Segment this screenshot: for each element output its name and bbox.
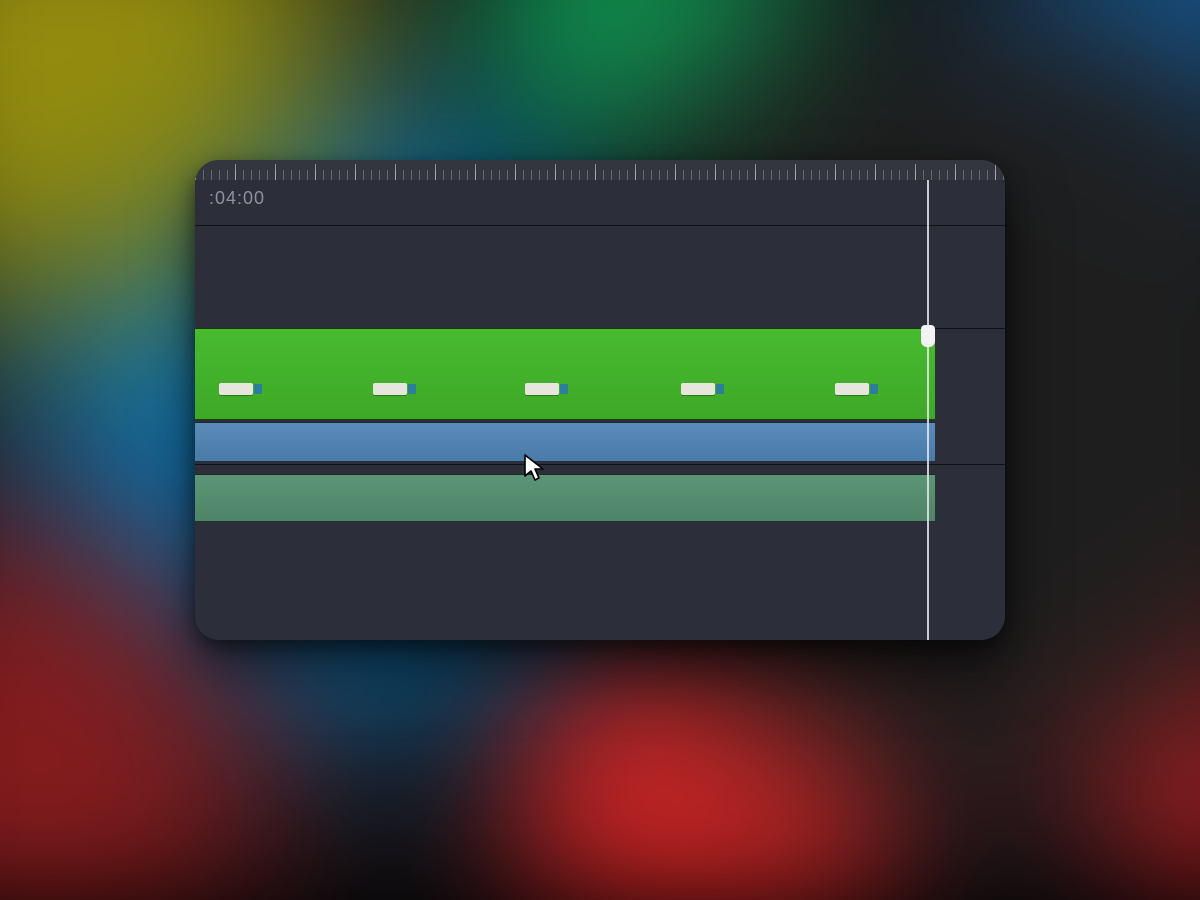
timeline-window: :04:00 bbox=[195, 160, 1005, 640]
track-separator bbox=[195, 464, 1005, 465]
audio-clip-1[interactable] bbox=[195, 422, 935, 462]
clip-marker[interactable] bbox=[373, 383, 407, 395]
timecode-label: :04:00 bbox=[209, 188, 265, 209]
clip-marker[interactable] bbox=[681, 383, 715, 395]
audio-clip-2[interactable] bbox=[195, 474, 935, 522]
playhead-knob[interactable] bbox=[921, 325, 935, 347]
playhead[interactable] bbox=[927, 180, 929, 640]
clip-marker[interactable] bbox=[835, 383, 869, 395]
timeline-ruler[interactable] bbox=[195, 160, 1005, 180]
clip-marker[interactable] bbox=[525, 383, 559, 395]
track-separator bbox=[195, 225, 1005, 226]
video-clip[interactable] bbox=[195, 328, 935, 420]
clip-marker[interactable] bbox=[219, 383, 253, 395]
